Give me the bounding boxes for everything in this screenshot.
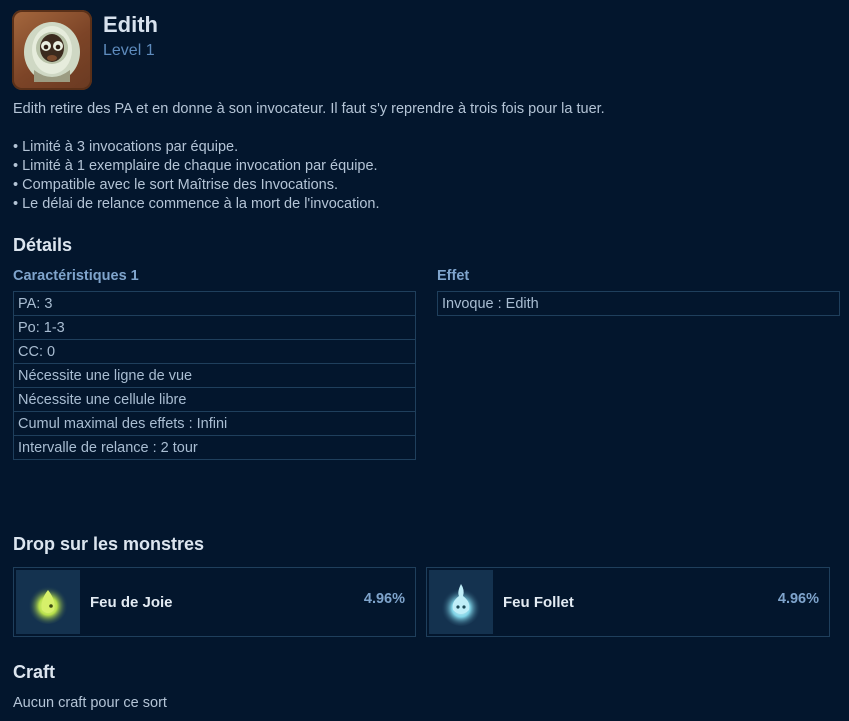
feu-follet-icon: [429, 570, 493, 634]
spell-note: • Limité à 1 exemplaire de chaque invoca…: [13, 158, 378, 174]
craft-text: Aucun craft pour ce sort: [13, 695, 167, 711]
drop-rate: 4.96%: [777, 591, 819, 607]
drop-card-feu-follet[interactable]: Feu Follet 4.96%: [426, 567, 830, 637]
feu-de-joie-icon: [16, 570, 80, 634]
drops-heading: Drop sur les monstres: [13, 534, 205, 554]
characteristic-row: Cumul maximal des effets : Infini: [13, 411, 416, 436]
spell-note: • Le délai de relance commence à la mort…: [13, 196, 380, 212]
effect-table: Invoque : Edith: [437, 291, 840, 316]
details-heading: Détails: [13, 235, 73, 255]
spell-name: Edith: [103, 12, 158, 37]
effect-heading: Effet: [437, 268, 470, 284]
spell-note: • Compatible avec le sort Maîtrise des I…: [13, 177, 339, 193]
characteristic-row: Po: 1-3: [13, 315, 416, 340]
drop-rate: 4.96%: [363, 591, 405, 607]
characteristic-row: Nécessite une ligne de vue: [13, 363, 416, 388]
spell-level: Level 1: [103, 42, 155, 59]
edith-avatar-icon: [12, 10, 92, 90]
characteristics-table: PA: 3 Po: 1-3 CC: 0 Nécessite une ligne …: [13, 291, 416, 460]
spell-header: Edith Level 1: [12, 10, 158, 90]
spell-notes: • Limité à 3 invocations par équipe. • L…: [13, 138, 380, 214]
characteristic-row: CC: 0: [13, 339, 416, 364]
craft-heading: Craft: [13, 662, 56, 682]
characteristics-heading: Caractéristiques 1: [13, 268, 139, 284]
spell-description: Edith retire des PA et en donne à son in…: [13, 101, 605, 117]
characteristic-row: PA: 3: [13, 291, 416, 316]
characteristic-row: Intervalle de relance : 2 tour: [13, 435, 416, 460]
spell-note: • Limité à 3 invocations par équipe.: [13, 139, 239, 155]
characteristic-row: Nécessite une cellule libre: [13, 387, 416, 412]
drop-card-feu-de-joie[interactable]: Feu de Joie 4.96%: [13, 567, 416, 637]
effect-row: Invoque : Edith: [437, 291, 840, 316]
drop-name: Feu Follet: [503, 593, 574, 611]
drop-name: Feu de Joie: [90, 593, 173, 611]
